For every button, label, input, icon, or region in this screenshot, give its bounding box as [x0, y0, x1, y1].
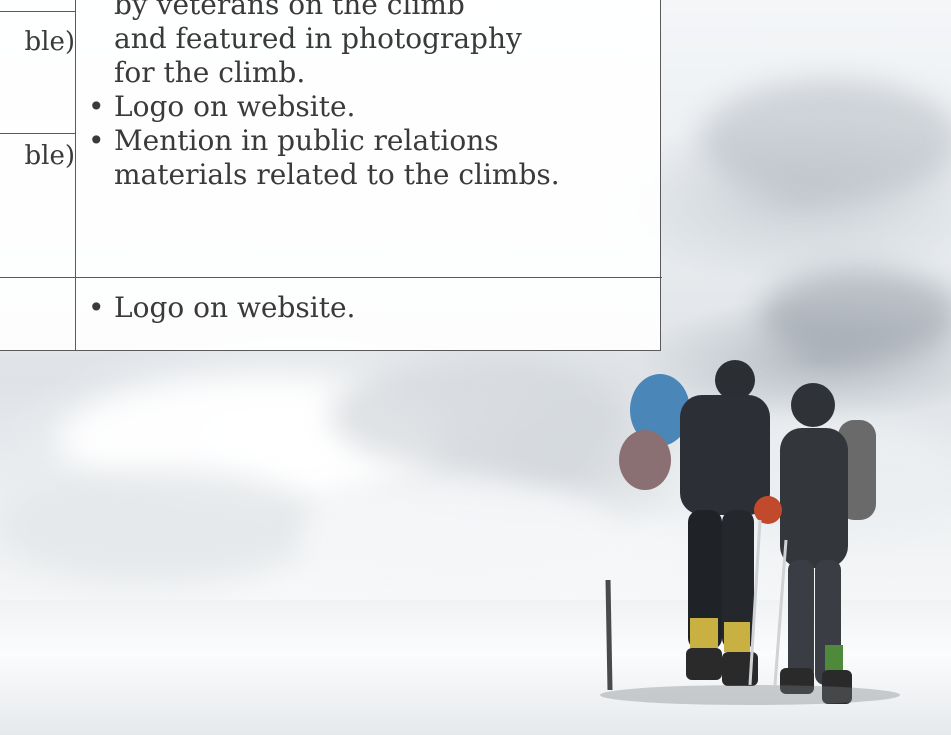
row-divider — [0, 133, 75, 134]
benefit-text-line: by veterans on the climb — [114, 0, 465, 21]
tier-cell-2: ble) — [24, 141, 76, 171]
benefit-item-text: Mention in public relations — [114, 124, 499, 157]
bullet-icon: • — [88, 124, 105, 157]
benefit-item: • Logo on website. — [88, 291, 658, 325]
benefit-text-line: for the climb. — [114, 56, 306, 89]
benefit-item: • Mention in public relations — [88, 124, 658, 158]
column-divider — [75, 0, 76, 350]
benefit-item: • Logo on website. — [88, 90, 658, 124]
benefits-cell-2: • Logo on website. — [88, 291, 658, 325]
benefit-item-text: Logo on website. — [114, 291, 356, 324]
row-divider — [0, 277, 662, 278]
benefit-text-line: and featured in photography — [114, 22, 522, 55]
benefit-item-text-continued: materials related to the climbs. — [114, 158, 560, 191]
climbers-illustration — [600, 360, 900, 705]
row-divider — [0, 11, 75, 12]
sponsorship-table: ble) ble) by veterans on the climb and f… — [0, 0, 662, 351]
benefits-cell-1: by veterans on the climb and featured in… — [88, 0, 658, 192]
tier-cell-1: ble) — [24, 27, 76, 57]
bullet-icon: • — [88, 90, 105, 123]
bullet-icon: • — [88, 291, 105, 324]
benefit-item-text: Logo on website. — [114, 90, 356, 123]
